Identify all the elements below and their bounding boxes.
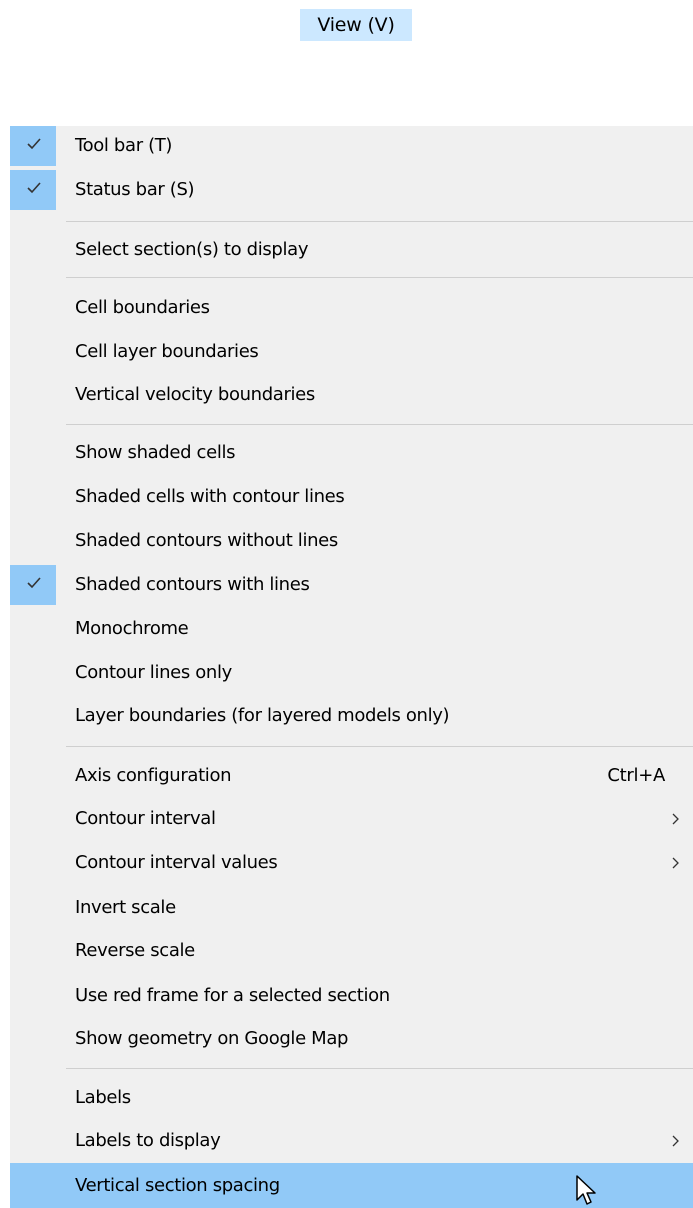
menu-item-label: Tool bar (T) bbox=[75, 135, 173, 156]
menu-item-labels-to-display[interactable]: Labels to display bbox=[10, 1121, 693, 1161]
menu-item-status-bar[interactable]: Status bar (S) bbox=[10, 170, 693, 210]
menu-item-layer-boundaries[interactable]: Layer boundaries (for layered models onl… bbox=[10, 696, 693, 736]
menu-item-label: Vertical velocity boundaries bbox=[75, 384, 315, 405]
menu-item-label: Reverse scale bbox=[75, 940, 195, 961]
check-cell bbox=[10, 126, 56, 166]
menu-item-label: Monochrome bbox=[75, 618, 189, 639]
mouse-cursor-icon bbox=[576, 1175, 596, 1205]
menu-item-label: Show shaded cells bbox=[75, 442, 236, 463]
menu-item-vertical-velocity-boundaries[interactable]: Vertical velocity boundaries bbox=[10, 375, 693, 415]
menu-item-reverse-scale[interactable]: Reverse scale bbox=[10, 931, 693, 971]
menu-item-label: Shaded contours with lines bbox=[75, 574, 310, 595]
menu-item-label: Status bar (S) bbox=[75, 179, 195, 200]
menu-item-label: Cell boundaries bbox=[75, 297, 210, 318]
checkmark-icon bbox=[27, 138, 41, 150]
menu-separator bbox=[66, 1068, 693, 1069]
checkmark-icon bbox=[27, 182, 41, 194]
menu-item-cell-boundaries[interactable]: Cell boundaries bbox=[10, 288, 693, 328]
menu-item-invert-scale[interactable]: Invert scale bbox=[10, 888, 693, 928]
menu-item-label: Shaded cells with contour lines bbox=[75, 486, 345, 507]
menu-item-show-geometry-google-map[interactable]: Show geometry on Google Map bbox=[10, 1019, 693, 1059]
check-cell bbox=[10, 170, 56, 210]
menu-separator bbox=[66, 221, 693, 222]
menu-item-contour-interval-values[interactable]: Contour interval values bbox=[10, 843, 693, 883]
menu-item-monochrome[interactable]: Monochrome bbox=[10, 609, 693, 649]
menu-item-label: Layer boundaries (for layered models onl… bbox=[75, 705, 450, 726]
menu-separator bbox=[66, 277, 693, 278]
menu-item-label: Use red frame for a selected section bbox=[75, 985, 390, 1006]
menu-item-contour-interval[interactable]: Contour interval bbox=[10, 799, 693, 839]
menu-item-label: Contour interval values bbox=[75, 852, 278, 873]
chevron-right-icon bbox=[672, 857, 679, 869]
menu-item-label: Contour interval bbox=[75, 808, 216, 829]
menu-item-label: Vertical section spacing bbox=[75, 1175, 280, 1196]
shortcut-label: Ctrl+A bbox=[607, 765, 665, 786]
menu-item-axis-configuration[interactable]: Axis configuration Ctrl+A bbox=[10, 756, 693, 796]
menu-item-use-red-frame[interactable]: Use red frame for a selected section bbox=[10, 976, 693, 1016]
menu-item-label: Contour lines only bbox=[75, 662, 232, 683]
menu-item-select-sections[interactable]: Select section(s) to display bbox=[10, 230, 693, 270]
menu-item-label: Labels to display bbox=[75, 1130, 221, 1151]
menu-item-label: Axis configuration bbox=[75, 765, 232, 786]
menu-item-shaded-contours-without-lines[interactable]: Shaded contours without lines bbox=[10, 521, 693, 561]
menu-item-show-shaded-cells[interactable]: Show shaded cells bbox=[10, 433, 693, 473]
menu-item-label: Shaded contours without lines bbox=[75, 530, 338, 551]
chevron-right-icon bbox=[672, 813, 679, 825]
menu-separator bbox=[66, 746, 693, 747]
menu-item-labels[interactable]: Labels bbox=[10, 1078, 693, 1118]
checkmark-icon bbox=[27, 577, 41, 589]
menu-separator bbox=[66, 424, 693, 425]
menu-item-label: Invert scale bbox=[75, 897, 176, 918]
menu-item-label: Show geometry on Google Map bbox=[75, 1028, 349, 1049]
menu-item-cell-layer-boundaries[interactable]: Cell layer boundaries bbox=[10, 332, 693, 372]
check-cell bbox=[10, 565, 56, 605]
view-menu: Tool bar (T) Status bar (S) Select secti… bbox=[10, 126, 693, 1208]
menu-item-tool-bar[interactable]: Tool bar (T) bbox=[10, 126, 693, 166]
menubar-view[interactable]: View (V) bbox=[300, 9, 412, 41]
chevron-right-icon bbox=[672, 1135, 679, 1147]
menu-item-shaded-cells-contour-lines[interactable]: Shaded cells with contour lines bbox=[10, 477, 693, 517]
menu-item-label: Labels bbox=[75, 1087, 131, 1108]
menu-item-contour-lines-only[interactable]: Contour lines only bbox=[10, 653, 693, 693]
menu-item-label: Select section(s) to display bbox=[75, 239, 309, 260]
menu-item-label: Cell layer boundaries bbox=[75, 341, 259, 362]
menu-item-shaded-contours-with-lines[interactable]: Shaded contours with lines bbox=[10, 565, 693, 605]
